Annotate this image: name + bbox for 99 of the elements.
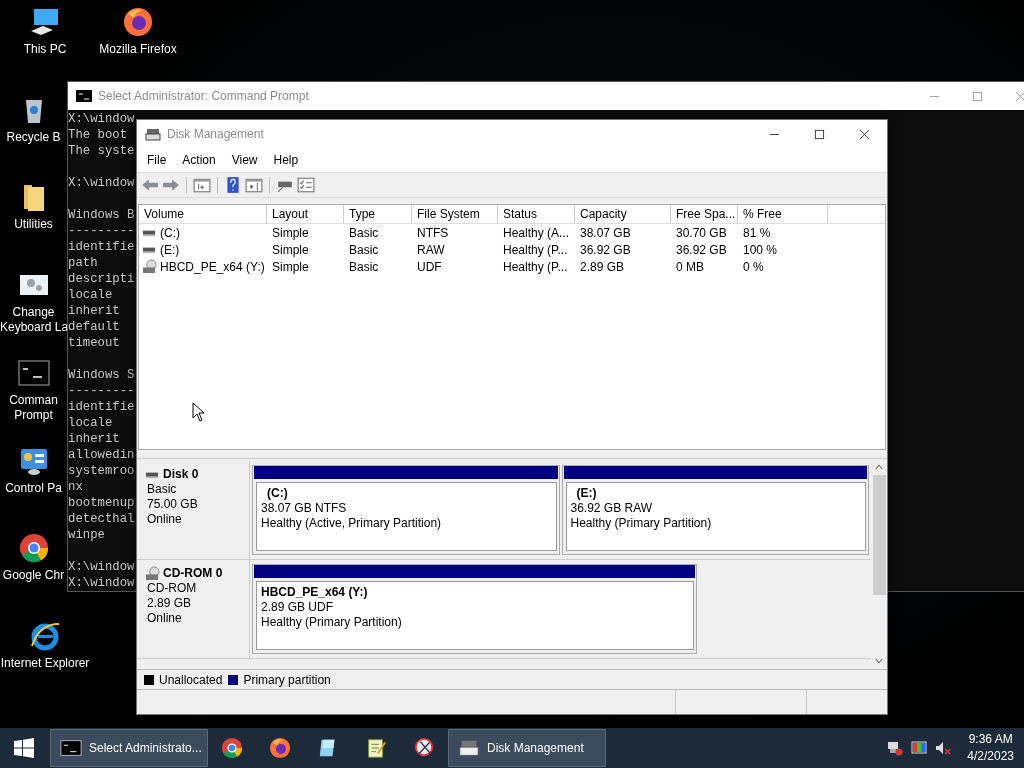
window-title: Select Administrator: Command Prompt <box>98 89 309 103</box>
icon-label: Utilities <box>14 217 53 233</box>
console-line: inherit <box>68 432 120 446</box>
table-cell: Basic <box>349 259 379 274</box>
table-cell: (C:) <box>160 225 180 240</box>
table-cell: HBCD_PE_x64 (Y:) <box>160 259 265 274</box>
console-line: nx <box>68 480 83 494</box>
table-cell: Healthy (P... <box>503 242 568 257</box>
console-line: X:\window <box>68 176 135 190</box>
menu-item[interactable]: Help <box>265 153 307 167</box>
column-header[interactable]: Capacity <box>575 205 671 223</box>
window-title: Disk Management <box>167 127 264 141</box>
partition-size: 2.89 GB UDF <box>261 600 335 615</box>
column-header[interactable]: File System <box>412 205 498 223</box>
table-cell: Basic <box>349 225 379 240</box>
console-line: inherit <box>68 304 120 318</box>
column-header[interactable]: Type <box>344 205 412 223</box>
partition-block[interactable]: (C:) 38.07 GB NTFS Healthy (Active, Primary Partition) <box>252 465 560 555</box>
disk-type: Basic <box>147 482 178 497</box>
column-header[interactable]: Free Spa... <box>671 205 738 223</box>
console-line: identifie <box>68 240 135 254</box>
console-line: winpe <box>68 528 105 542</box>
console-line: Windows S <box>68 368 135 382</box>
table-cell: Simple <box>272 225 309 240</box>
console-line: X:\window <box>68 576 135 590</box>
column-header[interactable]: Layout <box>267 205 344 223</box>
partition-block[interactable]: HBCD_PE_x64 (Y:) 2.89 GB UDF Healthy (Primary Partition) <box>252 564 697 654</box>
console-line: The syste <box>68 144 135 158</box>
disk-info-panel[interactable]: Disk 0 Basic 75.00 GB Online <box>137 461 250 559</box>
table-cell: 30.70 GB <box>676 225 727 240</box>
partition-size: 38.07 GB NTFS <box>261 501 348 516</box>
table-cell: Simple <box>272 242 309 257</box>
console-line: locale <box>68 416 113 430</box>
menu-item[interactable]: File <box>139 153 175 167</box>
menu-item[interactable]: View <box>223 153 266 167</box>
table-cell: 38.07 GB <box>580 225 631 240</box>
console-line: X:\window <box>68 560 135 574</box>
partition-name: HBCD_PE_x64 (Y:) <box>261 585 369 600</box>
partition-block[interactable]: (E:) 36.92 GB RAW Healthy (Primary Partition) <box>561 465 869 555</box>
partition-status: Healthy (Primary Partition) <box>570 516 713 531</box>
partition-name: (E:) <box>575 486 598 501</box>
console-line: --------- <box>68 384 135 398</box>
console-line: bootmenup <box>68 496 135 510</box>
table-cell: 0 % <box>743 259 764 274</box>
table-cell: 36.92 GB <box>580 242 631 257</box>
console-line: systemroo <box>68 464 135 478</box>
partition-size: 36.92 GB RAW <box>570 501 654 516</box>
table-cell: Simple <box>272 259 309 274</box>
table-cell: Basic <box>349 242 379 257</box>
column-header[interactable]: Status <box>498 205 575 223</box>
table-cell: 0 MB <box>676 259 704 274</box>
icon-label: Mozilla Firefox <box>99 42 177 57</box>
icon-label: Internet Explorer <box>0 655 90 671</box>
console-line: timeout <box>68 336 120 350</box>
table-cell: (E:) <box>160 242 180 257</box>
console-line: path <box>68 256 98 270</box>
legend-label: Unallocated <box>159 672 223 687</box>
icon-label: Google Chr <box>2 568 65 584</box>
console-line: identifie <box>68 400 135 414</box>
console-line: The boot <box>68 128 128 142</box>
legend-label: Primary partition <box>243 672 331 687</box>
partition-name: (C:) <box>266 486 289 501</box>
table-cell: 100 % <box>743 242 778 257</box>
disk-name: CD-ROM 0 <box>163 566 223 581</box>
console-line: allowedin <box>68 448 135 462</box>
table-cell: Healthy (A... <box>503 225 570 240</box>
console-line: Windows B <box>68 208 135 222</box>
table-cell: NTFS <box>417 225 449 240</box>
taskbar-button[interactable]: Select Administrato... <box>50 729 208 767</box>
disk-info-panel[interactable]: CD-ROM 0 CD-ROM 2.89 GB Online <box>137 560 250 658</box>
partition-status: Healthy (Active, Primary Partition) <box>261 516 443 531</box>
clock[interactable]: 9:36 AM 4/2/2023 <box>967 731 1014 765</box>
disk-status: Online <box>147 611 183 626</box>
disk-size: 2.89 GB <box>147 596 193 611</box>
partition-status: Healthy (Primary Partition) <box>261 615 403 630</box>
disk-name: Disk 0 <box>163 467 199 482</box>
table-cell: 36.92 GB <box>676 242 727 257</box>
console-line: default <box>68 320 120 334</box>
taskbar-button[interactable]: Disk Management <box>448 729 606 767</box>
column-header[interactable]: % Free <box>738 205 828 223</box>
icon-label: Recycle B <box>6 129 61 145</box>
console-line: --------- <box>68 224 135 238</box>
disk-size: 75.00 GB <box>147 497 199 512</box>
menu-item[interactable]: Action <box>174 153 224 167</box>
disk-type: CD-ROM <box>147 581 198 596</box>
column-header[interactable]: Volume <box>139 205 267 223</box>
table-cell: Healthy (P... <box>503 259 568 274</box>
table-cell: 81 % <box>743 225 771 240</box>
console-line: locale <box>68 288 113 302</box>
icon-label: This PC <box>23 42 67 57</box>
console-line: X:\window <box>68 112 135 126</box>
console-line: descripti <box>68 272 135 286</box>
icon-label: Comman Prompt <box>9 392 58 423</box>
console-line: detecthal <box>68 512 135 526</box>
table-cell: 2.89 GB <box>580 259 625 274</box>
disk-status: Online <box>147 512 183 527</box>
table-cell: UDF <box>417 259 442 274</box>
icon-label: Control Pa <box>5 480 62 496</box>
table-cell: RAW <box>417 242 445 257</box>
